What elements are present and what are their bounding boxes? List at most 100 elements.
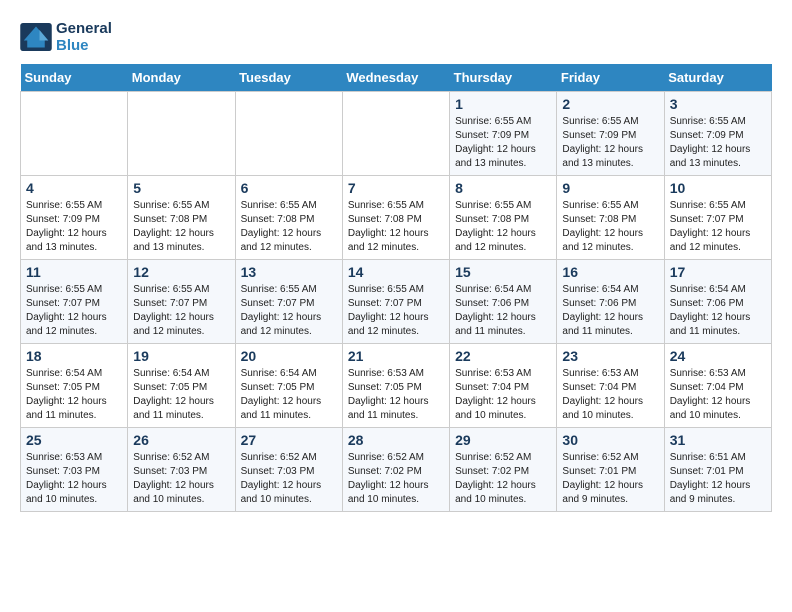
- day-number: 20: [241, 348, 337, 364]
- day-info: Sunrise: 6:55 AM Sunset: 7:07 PM Dayligh…: [348, 283, 444, 339]
- calendar-cell: 7 Sunrise: 6:55 AM Sunset: 7:08 PM Daylig…: [342, 176, 449, 260]
- day-info: Sunrise: 6:55 AM Sunset: 7:09 PM Dayligh…: [26, 199, 122, 255]
- calendar-week-5: 25 Sunrise: 6:53 AM Sunset: 7:03 PM Dayli…: [21, 428, 772, 512]
- calendar-cell: 25 Sunrise: 6:53 AM Sunset: 7:03 PM Dayli…: [21, 428, 128, 512]
- weekday-header-thursday: Thursday: [450, 64, 557, 92]
- calendar-cell: [128, 92, 235, 176]
- day-info: Sunrise: 6:55 AM Sunset: 7:09 PM Dayligh…: [670, 115, 766, 171]
- day-info: Sunrise: 6:55 AM Sunset: 7:07 PM Dayligh…: [26, 283, 122, 339]
- calendar-cell: 20 Sunrise: 6:54 AM Sunset: 7:05 PM Dayli…: [235, 344, 342, 428]
- day-number: 28: [348, 432, 444, 448]
- calendar-cell: 30Sunrise: 6:52 AM Sunset: 7:01 PM Dayli…: [557, 428, 664, 512]
- day-info: Sunrise: 6:54 AM Sunset: 7:06 PM Dayligh…: [562, 283, 658, 339]
- day-number: 3: [670, 96, 766, 112]
- day-info: Sunrise: 6:55 AM Sunset: 7:09 PM Dayligh…: [562, 115, 658, 171]
- day-number: 7: [348, 180, 444, 196]
- calendar-cell: 21 Sunrise: 6:53 AM Sunset: 7:05 PM Dayli…: [342, 344, 449, 428]
- day-info: Sunrise: 6:52 AM Sunset: 7:02 PM Dayligh…: [455, 451, 551, 507]
- calendar-cell: 24 Sunrise: 6:53 AM Sunset: 7:04 PM Dayli…: [664, 344, 771, 428]
- calendar-cell: 28 Sunrise: 6:52 AM Sunset: 7:02 PM Dayli…: [342, 428, 449, 512]
- day-number: 31: [670, 432, 766, 448]
- calendar-cell: 3 Sunrise: 6:55 AM Sunset: 7:09 PM Daylig…: [664, 92, 771, 176]
- day-number: 8: [455, 180, 551, 196]
- day-number: 24: [670, 348, 766, 364]
- calendar-cell: 11 Sunrise: 6:55 AM Sunset: 7:07 PM Dayli…: [21, 260, 128, 344]
- day-number: 15: [455, 264, 551, 280]
- day-info: Sunrise: 6:54 AM Sunset: 7:05 PM Dayligh…: [133, 367, 229, 423]
- calendar-week-3: 11 Sunrise: 6:55 AM Sunset: 7:07 PM Dayli…: [21, 260, 772, 344]
- calendar-cell: 9Sunrise: 6:55 AM Sunset: 7:08 PM Daylig…: [557, 176, 664, 260]
- day-info: Sunrise: 6:53 AM Sunset: 7:03 PM Dayligh…: [26, 451, 122, 507]
- day-info: Sunrise: 6:55 AM Sunset: 7:07 PM Dayligh…: [670, 199, 766, 255]
- calendar-cell: 18 Sunrise: 6:54 AM Sunset: 7:05 PM Dayli…: [21, 344, 128, 428]
- day-info: Sunrise: 6:54 AM Sunset: 7:06 PM Dayligh…: [670, 283, 766, 339]
- day-info: Sunrise: 6:52 AM Sunset: 7:01 PM Dayligh…: [562, 451, 658, 507]
- calendar-cell: 5Sunrise: 6:55 AM Sunset: 7:08 PM Daylig…: [128, 176, 235, 260]
- day-number: 29: [455, 432, 551, 448]
- calendar-week-4: 18 Sunrise: 6:54 AM Sunset: 7:05 PM Dayli…: [21, 344, 772, 428]
- calendar-cell: 16 Sunrise: 6:54 AM Sunset: 7:06 PM Dayli…: [557, 260, 664, 344]
- day-info: Sunrise: 6:54 AM Sunset: 7:05 PM Dayligh…: [241, 367, 337, 423]
- day-number: 1: [455, 96, 551, 112]
- day-info: Sunrise: 6:51 AM Sunset: 7:01 PM Dayligh…: [670, 451, 766, 507]
- calendar-week-1: 1 Sunrise: 6:55 AM Sunset: 7:09 PM Daylig…: [21, 92, 772, 176]
- calendar-cell: 23 Sunrise: 6:53 AM Sunset: 7:04 PM Dayli…: [557, 344, 664, 428]
- weekday-header-tuesday: Tuesday: [235, 64, 342, 92]
- day-info: Sunrise: 6:55 AM Sunset: 7:08 PM Dayligh…: [455, 199, 551, 255]
- calendar-week-2: 4 Sunrise: 6:55 AM Sunset: 7:09 PM Daylig…: [21, 176, 772, 260]
- day-number: 25: [26, 432, 122, 448]
- calendar-cell: 27Sunrise: 6:52 AM Sunset: 7:03 PM Dayli…: [235, 428, 342, 512]
- day-number: 12: [133, 264, 229, 280]
- day-number: 5: [133, 180, 229, 196]
- day-number: 23: [562, 348, 658, 364]
- day-number: 19: [133, 348, 229, 364]
- calendar-cell: 10 Sunrise: 6:55 AM Sunset: 7:07 PM Dayli…: [664, 176, 771, 260]
- day-number: 11: [26, 264, 122, 280]
- calendar-cell: 29 Sunrise: 6:52 AM Sunset: 7:02 PM Dayli…: [450, 428, 557, 512]
- calendar-cell: [235, 92, 342, 176]
- weekday-header-saturday: Saturday: [664, 64, 771, 92]
- calendar-cell: 15 Sunrise: 6:54 AM Sunset: 7:06 PM Dayli…: [450, 260, 557, 344]
- calendar-cell: 13Sunrise: 6:55 AM Sunset: 7:07 PM Dayli…: [235, 260, 342, 344]
- day-number: 10: [670, 180, 766, 196]
- calendar-cell: 19 Sunrise: 6:54 AM Sunset: 7:05 PM Dayli…: [128, 344, 235, 428]
- calendar-cell: 31 Sunrise: 6:51 AM Sunset: 7:01 PM Dayli…: [664, 428, 771, 512]
- calendar-cell: 17 Sunrise: 6:54 AM Sunset: 7:06 PM Dayli…: [664, 260, 771, 344]
- weekday-header-monday: Monday: [128, 64, 235, 92]
- day-info: Sunrise: 6:54 AM Sunset: 7:05 PM Dayligh…: [26, 367, 122, 423]
- day-info: Sunrise: 6:55 AM Sunset: 7:08 PM Dayligh…: [348, 199, 444, 255]
- day-number: 17: [670, 264, 766, 280]
- calendar-cell: 12 Sunrise: 6:55 AM Sunset: 7:07 PM Dayli…: [128, 260, 235, 344]
- day-number: 16: [562, 264, 658, 280]
- day-info: Sunrise: 6:55 AM Sunset: 7:07 PM Dayligh…: [133, 283, 229, 339]
- day-info: Sunrise: 6:53 AM Sunset: 7:05 PM Dayligh…: [348, 367, 444, 423]
- day-info: Sunrise: 6:55 AM Sunset: 7:09 PM Dayligh…: [455, 115, 551, 171]
- weekday-header-sunday: Sunday: [21, 64, 128, 92]
- calendar-table: SundayMondayTuesdayWednesdayThursdayFrid…: [20, 64, 772, 512]
- day-number: 18: [26, 348, 122, 364]
- weekday-header-wednesday: Wednesday: [342, 64, 449, 92]
- page-header: General Blue: [20, 20, 772, 54]
- day-number: 9: [562, 180, 658, 196]
- day-number: 21: [348, 348, 444, 364]
- logo-text: General Blue: [56, 20, 112, 54]
- calendar-cell: 4 Sunrise: 6:55 AM Sunset: 7:09 PM Daylig…: [21, 176, 128, 260]
- day-info: Sunrise: 6:54 AM Sunset: 7:06 PM Dayligh…: [455, 283, 551, 339]
- calendar-cell: 8 Sunrise: 6:55 AM Sunset: 7:08 PM Daylig…: [450, 176, 557, 260]
- day-info: Sunrise: 6:52 AM Sunset: 7:02 PM Dayligh…: [348, 451, 444, 507]
- day-number: 6: [241, 180, 337, 196]
- day-info: Sunrise: 6:53 AM Sunset: 7:04 PM Dayligh…: [562, 367, 658, 423]
- day-info: Sunrise: 6:53 AM Sunset: 7:04 PM Dayligh…: [455, 367, 551, 423]
- day-number: 22: [455, 348, 551, 364]
- day-info: Sunrise: 6:55 AM Sunset: 7:08 PM Dayligh…: [241, 199, 337, 255]
- day-info: Sunrise: 6:53 AM Sunset: 7:04 PM Dayligh…: [670, 367, 766, 423]
- calendar-cell: 22 Sunrise: 6:53 AM Sunset: 7:04 PM Dayli…: [450, 344, 557, 428]
- logo: General Blue: [20, 20, 112, 54]
- day-number: 4: [26, 180, 122, 196]
- day-number: 2: [562, 96, 658, 112]
- day-info: Sunrise: 6:55 AM Sunset: 7:07 PM Dayligh…: [241, 283, 337, 339]
- weekday-header-friday: Friday: [557, 64, 664, 92]
- day-number: 27: [241, 432, 337, 448]
- calendar-cell: 26Sunrise: 6:52 AM Sunset: 7:03 PM Dayli…: [128, 428, 235, 512]
- calendar-cell: 14Sunrise: 6:55 AM Sunset: 7:07 PM Dayli…: [342, 260, 449, 344]
